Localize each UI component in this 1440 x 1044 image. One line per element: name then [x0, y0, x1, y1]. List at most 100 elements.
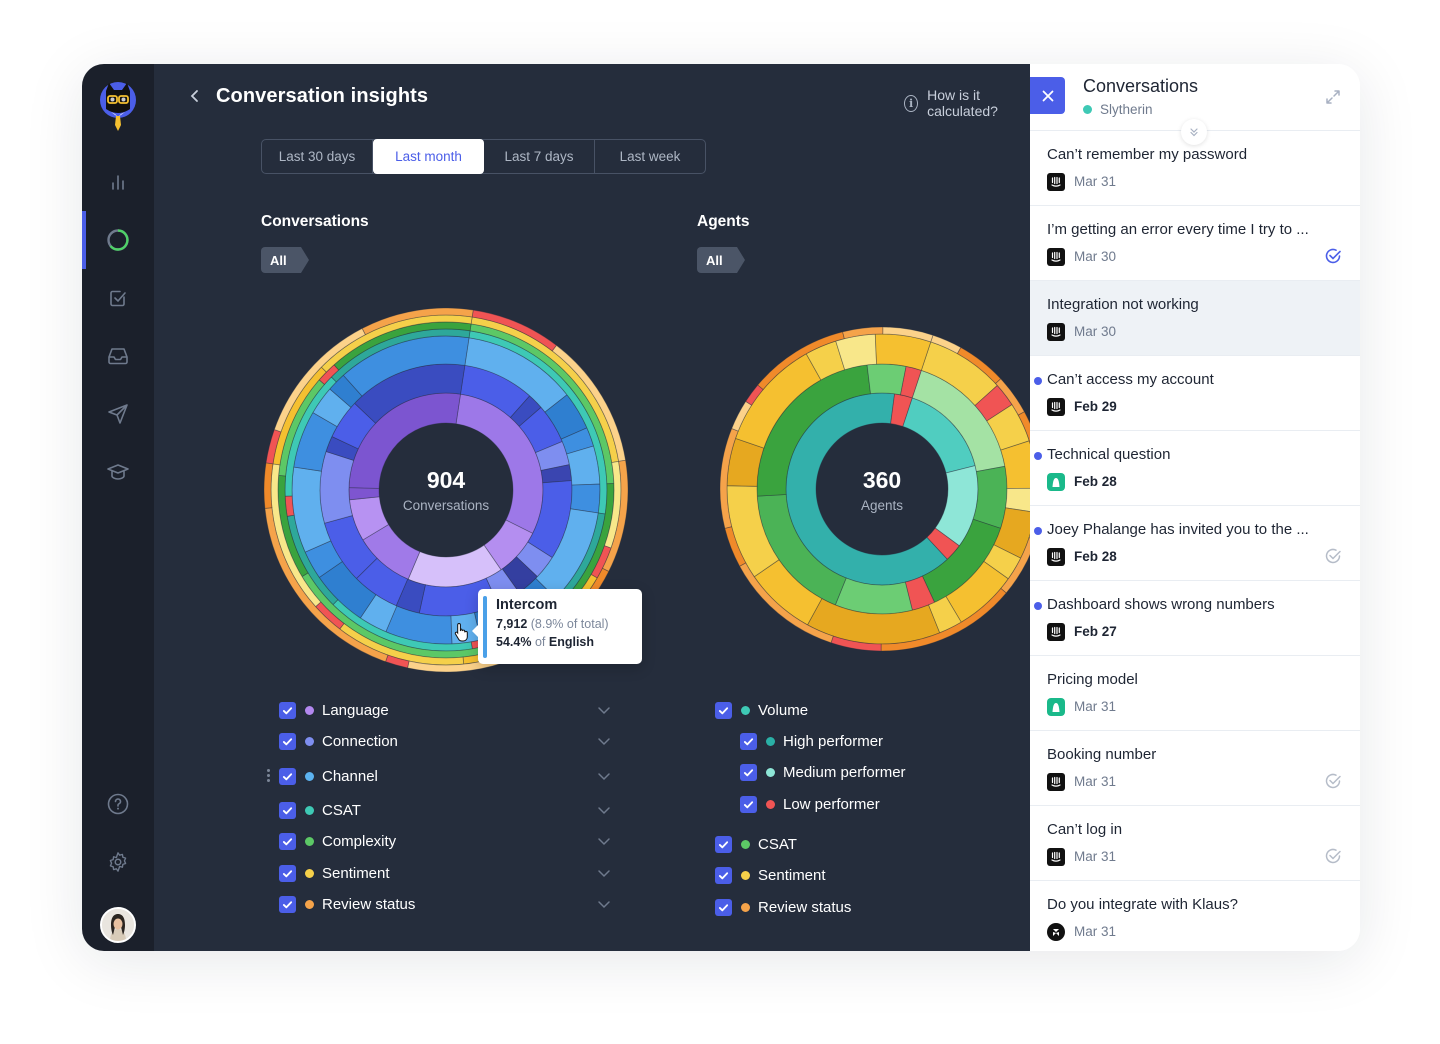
chevron-down-icon[interactable] [597, 897, 611, 911]
legend-checkbox-csat[interactable] [715, 835, 732, 853]
chevron-down-icon[interactable] [597, 834, 611, 848]
chevron-down-icon[interactable] [597, 703, 611, 717]
legend-checkbox-channel[interactable] [279, 767, 296, 785]
sidebar-item-tasks[interactable] [82, 278, 154, 318]
legend-label-volume: Volume [758, 701, 809, 719]
help-icon [107, 793, 129, 815]
sidebar-item-insights[interactable] [82, 211, 154, 269]
legend-item-channel: Channel [267, 765, 378, 787]
unread-dot [1034, 377, 1042, 385]
app-window: Conversation insights i How is it calcul… [82, 64, 1360, 951]
intercom-icon [1047, 848, 1065, 866]
legend-label-medium-performer: Medium performer [783, 763, 906, 781]
conversation-date: Feb 27 [1074, 624, 1117, 639]
reviewed-check-icon[interactable] [1324, 547, 1342, 565]
legend-color-dot [305, 771, 314, 781]
tab-last-week[interactable]: Last week [595, 140, 705, 173]
conversation-date: Feb 28 [1074, 474, 1117, 489]
sunburst-segment-csat-1[interactable] [972, 465, 1008, 529]
intercom-icon [1047, 623, 1065, 641]
how-calculated-link[interactable]: i How is it calculated? [904, 87, 1030, 119]
tooltip-title: Intercom [496, 597, 558, 613]
user-avatar[interactable] [100, 907, 136, 943]
chevron-down-icon[interactable] [597, 866, 611, 880]
conversation-title: Technical question [1047, 446, 1171, 463]
conversation-list-item[interactable]: Technical question Feb 28 [1030, 431, 1360, 506]
legend-label-channel: Channel [322, 767, 378, 785]
legend-checkbox-sentiment[interactable] [279, 864, 296, 882]
legend-label-sentiment: Sentiment [758, 866, 826, 884]
conversations-filter-chip[interactable]: All [261, 247, 309, 273]
conversation-list-item[interactable]: Booking number Mar 31 [1030, 731, 1360, 806]
tab-last-month[interactable]: Last month [373, 139, 484, 174]
legend-checkbox-volume[interactable] [715, 701, 732, 719]
legend-label-connection: Connection [322, 732, 398, 750]
legend-item-sentiment: Sentiment [715, 864, 826, 886]
legend-checkbox-medium-performer[interactable] [740, 763, 757, 781]
legend-color-dot [305, 868, 314, 878]
reviewed-check-icon[interactable] [1324, 772, 1342, 790]
sidebar-item-help[interactable] [82, 784, 154, 824]
legend-checkbox-sentiment[interactable] [715, 866, 732, 884]
intercom-icon [1047, 323, 1065, 341]
chevron-down-icon[interactable] [597, 734, 611, 748]
conversation-list-item[interactable]: Joey Phalange has invited you to the ...… [1030, 506, 1360, 581]
legend-checkbox-connection[interactable] [279, 732, 296, 750]
sunburst-segment-connection-13[interactable] [319, 451, 355, 524]
conversation-date: Mar 30 [1074, 324, 1117, 339]
conversation-list-item[interactable]: Pricing model Mar 31 [1030, 656, 1360, 731]
sidebar-item-dashboard[interactable] [82, 162, 154, 202]
chevron-down-icon[interactable] [597, 803, 611, 817]
legend-color-dot [305, 705, 314, 715]
team-name: Slytherin [1100, 102, 1153, 117]
conversation-date: Feb 29 [1074, 399, 1117, 414]
conversation-list-item[interactable]: Do you integrate with Klaus? Mar 31 [1030, 881, 1360, 951]
reviewed-check-icon[interactable] [1324, 247, 1342, 265]
tab-last-30-days[interactable]: Last 30 days [262, 140, 373, 173]
chevron-down-icon[interactable] [597, 769, 611, 783]
legend-checkbox-review-status[interactable] [715, 898, 732, 916]
legend-item-csat: CSAT [715, 833, 797, 855]
segment-tooltip: Intercom 7,912 (8.9% of total) 54.4% of … [472, 589, 642, 664]
tooltip-pct-line: 54.4% of English [496, 635, 632, 649]
sidebar-item-learning[interactable] [82, 452, 154, 492]
legend-checkbox-complexity[interactable] [279, 832, 296, 850]
legend-checkbox-csat[interactable] [279, 801, 296, 819]
legend-checkbox-high-performer[interactable] [740, 732, 757, 750]
conversation-list-item[interactable]: Integration not working Mar 30 [1030, 281, 1360, 356]
hand-cursor-icon [454, 622, 468, 642]
conversation-title: Can’t log in [1047, 821, 1123, 838]
legend-checkbox-language[interactable] [279, 701, 296, 719]
sunburst-segment-csat-7[interactable] [866, 363, 907, 396]
conversation-list-item[interactable]: I’m getting an error every time I try to… [1030, 206, 1360, 281]
legend-color-dot [305, 805, 314, 815]
conversation-list-item[interactable]: Dashboard shows wrong numbers Feb 27 [1030, 581, 1360, 656]
agents-filter-chip[interactable]: All [697, 247, 745, 273]
conversation-date: Mar 31 [1074, 699, 1117, 714]
sidebar [82, 64, 154, 951]
conversation-list-item[interactable]: Can’t access my account Feb 29 [1030, 356, 1360, 431]
legend-checkbox-low-performer[interactable] [740, 795, 757, 813]
legend-item-complexity: Complexity [279, 830, 396, 852]
conversation-list: Can’t remember my password Mar 31 I’m gett… [1030, 131, 1360, 951]
legend-color-dot [766, 736, 775, 746]
legend-checkbox-review-status[interactable] [279, 895, 296, 913]
sunburst-segment-channel-4[interactable] [570, 483, 601, 514]
legend-label-csat: CSAT [758, 835, 797, 853]
sidebar-item-inbox[interactable] [82, 336, 154, 376]
agents-total-label: Agents [860, 498, 904, 513]
conversation-title: Booking number [1047, 746, 1157, 763]
sidebar-item-settings[interactable] [82, 842, 154, 882]
tab-last-7-days[interactable]: Last 7 days [484, 140, 595, 173]
conversation-title: Integration not working [1047, 296, 1199, 313]
drag-handle-icon[interactable] [267, 769, 271, 783]
expand-icon[interactable] [1324, 88, 1342, 106]
klaus-logo[interactable] [99, 81, 137, 135]
sidebar-item-send[interactable] [82, 394, 154, 434]
aircall-icon [1047, 698, 1065, 716]
close-panel-button[interactable] [1030, 77, 1065, 114]
scroll-down-button[interactable] [1181, 119, 1207, 145]
back-button[interactable] [190, 86, 208, 106]
reviewed-check-icon[interactable] [1324, 847, 1342, 865]
conversation-list-item[interactable]: Can’t log in Mar 31 [1030, 806, 1360, 881]
